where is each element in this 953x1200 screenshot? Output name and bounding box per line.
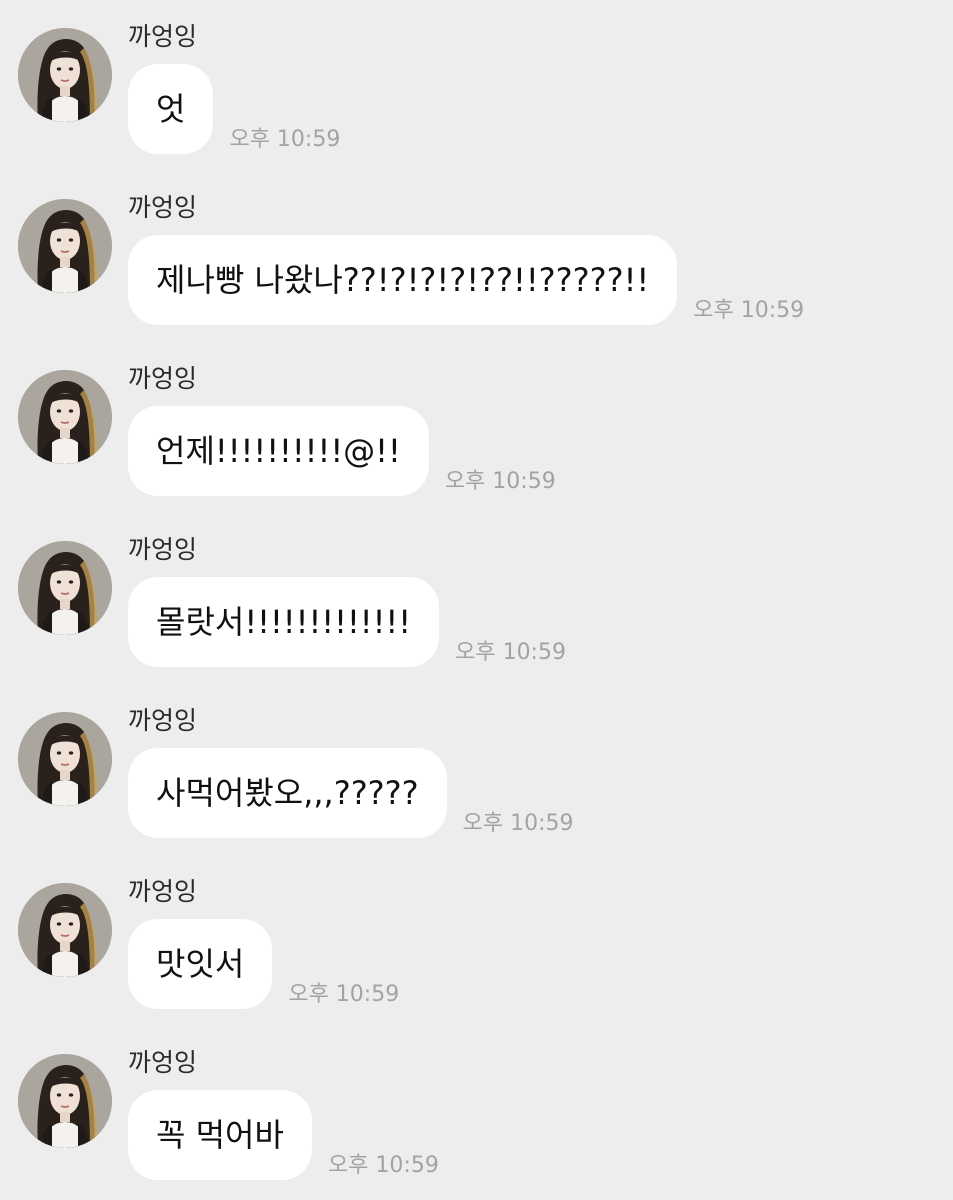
sender-name: 까엉잉 xyxy=(128,1048,198,1077)
message-bubble[interactable]: 언제!!!!!!!!!!@!! xyxy=(128,406,429,496)
message-timestamp: 오후 10:59 xyxy=(288,982,400,1007)
message-line: 꼭 먹어바 오후 10:59 xyxy=(128,1090,439,1180)
message-row: 까엉잉 맛잇서 오후 10:59 xyxy=(0,855,953,1026)
message-bubble[interactable]: 제나빵 나왔나??!?!?!?!??!!?????!! xyxy=(128,235,678,325)
message-line: 엇 오후 10:59 xyxy=(128,64,340,154)
avatar[interactable] xyxy=(18,712,112,806)
avatar[interactable] xyxy=(18,199,112,293)
avatar[interactable] xyxy=(18,28,112,122)
sender-name: 까엉잉 xyxy=(128,535,198,564)
message-line: 제나빵 나왔나??!?!?!?!??!!?????!! 오후 10:59 xyxy=(128,235,804,325)
avatar[interactable] xyxy=(18,1054,112,1148)
message-timestamp: 오후 10:59 xyxy=(444,469,556,494)
sender-name: 까엉잉 xyxy=(128,706,198,735)
message-bubble[interactable]: 사먹어봤오,,,????? xyxy=(128,748,447,838)
message-bubble[interactable]: 엇 xyxy=(128,64,214,154)
avatar[interactable] xyxy=(18,883,112,977)
sender-name: 까엉잉 xyxy=(128,364,198,393)
message-line: 맛잇서 오후 10:59 xyxy=(128,919,399,1009)
avatar[interactable] xyxy=(18,370,112,464)
message-line: 몰랏서!!!!!!!!!!!!! 오후 10:59 xyxy=(128,577,566,667)
message-bubble[interactable]: 몰랏서!!!!!!!!!!!!! xyxy=(128,577,440,667)
message-row: 까엉잉 언제!!!!!!!!!!@!! 오후 10:59 xyxy=(0,342,953,513)
message-row: 까엉잉 사먹어봤오,,,????? 오후 10:59 xyxy=(0,684,953,855)
message-line: 사먹어봤오,,,????? 오후 10:59 xyxy=(128,748,574,838)
message-row: 까엉잉 엇 오후 10:59 xyxy=(0,0,953,171)
message-timestamp: 오후 10:59 xyxy=(229,127,341,152)
sender-name: 까엉잉 xyxy=(128,193,198,222)
message-bubble[interactable]: 꼭 먹어바 xyxy=(128,1090,312,1180)
message-line: 언제!!!!!!!!!!@!! 오후 10:59 xyxy=(128,406,556,496)
sender-name: 까엉잉 xyxy=(128,877,198,906)
message-timestamp: 오후 10:59 xyxy=(693,298,805,323)
message-timestamp: 오후 10:59 xyxy=(462,811,574,836)
message-bubble[interactable]: 맛잇서 xyxy=(128,919,273,1009)
message-row: 까엉잉 제나빵 나왔나??!?!?!?!??!!?????!! 오후 10:59 xyxy=(0,171,953,342)
message-timestamp: 오후 10:59 xyxy=(455,640,566,665)
message-row: 까엉잉 몰랏서!!!!!!!!!!!!! 오후 10:59 xyxy=(0,513,953,684)
chat-message-list[interactable]: 까엉잉 엇 오후 10:59 까엉잉 제나빵 나왔나??!?!?!?!??!!?… xyxy=(0,0,953,1200)
avatar[interactable] xyxy=(18,541,112,635)
sender-name: 까엉잉 xyxy=(128,22,198,51)
message-timestamp: 오후 10:59 xyxy=(327,1153,439,1178)
message-row: 까엉잉 꼭 먹어바 오후 10:59 xyxy=(0,1026,953,1197)
